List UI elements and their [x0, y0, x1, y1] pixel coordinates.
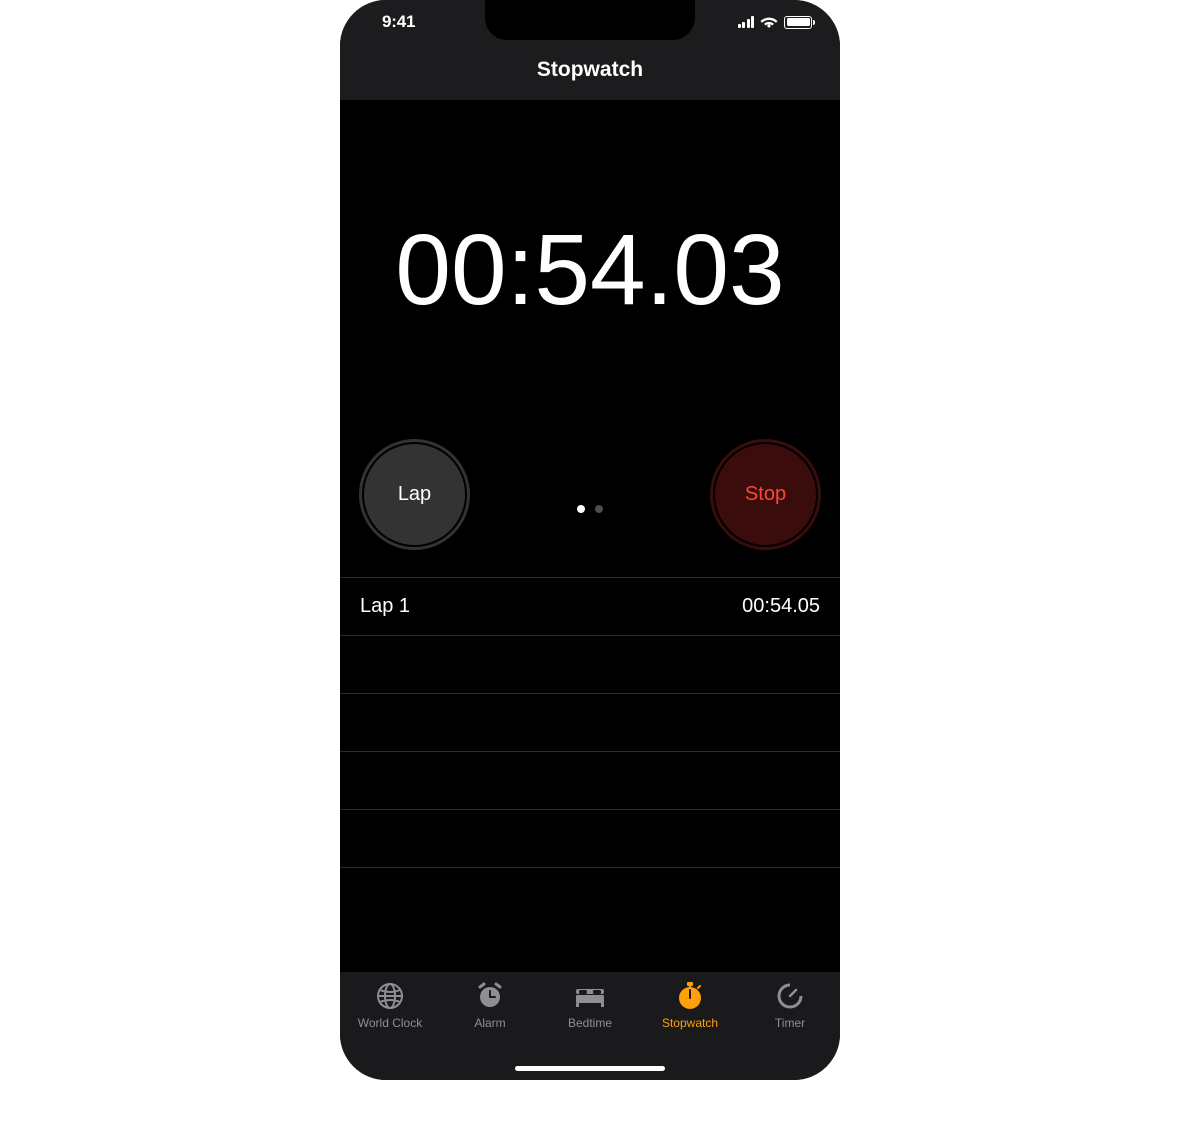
page-dot-1	[577, 505, 585, 513]
stopwatch-icon	[675, 980, 705, 1012]
status-time: 9:41	[382, 12, 415, 32]
battery-icon	[784, 16, 812, 29]
lap-label: Lap 1	[360, 595, 410, 618]
page-indicator[interactable]	[577, 505, 603, 513]
tab-label: Stopwatch	[662, 1016, 718, 1030]
stop-button[interactable]: Stop	[711, 440, 820, 549]
tab-world-clock[interactable]: World Clock	[340, 980, 440, 1052]
stopwatch-content: 00:54.03 Lap Stop Lap 1 00:54.05........	[340, 100, 840, 972]
page-title: Stopwatch	[340, 44, 840, 100]
home-indicator[interactable]	[515, 1066, 665, 1071]
alarm-clock-icon	[475, 980, 505, 1012]
tab-label: Timer	[775, 1016, 805, 1030]
tab-label: World Clock	[358, 1016, 422, 1030]
notch	[485, 0, 695, 40]
timer-icon	[775, 980, 805, 1012]
tab-label: Bedtime	[568, 1016, 612, 1030]
tab-alarm[interactable]: Alarm	[440, 980, 540, 1052]
wifi-icon	[760, 15, 778, 29]
status-right	[738, 15, 813, 29]
bed-icon	[573, 980, 607, 1012]
lap-row: Lap 1 00:54.05	[340, 578, 840, 636]
lap-row-empty: ..	[340, 636, 840, 694]
globe-icon	[375, 980, 405, 1012]
controls-row: Lap Stop	[340, 440, 840, 577]
lap-button-label: Lap	[398, 483, 431, 506]
tab-bar: World Clock Alarm Bedtime Stopwatch Timer	[340, 972, 840, 1080]
page-dot-2	[595, 505, 603, 513]
tab-timer[interactable]: Timer	[740, 980, 840, 1052]
tab-stopwatch[interactable]: Stopwatch	[640, 980, 740, 1052]
stop-button-label: Stop	[745, 483, 786, 506]
lap-row-empty: ..	[340, 810, 840, 868]
elapsed-time-display: 00:54.03	[340, 100, 840, 440]
cellular-signal-icon	[738, 16, 755, 28]
lap-list[interactable]: Lap 1 00:54.05........	[340, 577, 840, 972]
lap-row-empty: ..	[340, 752, 840, 810]
tab-label: Alarm	[474, 1016, 505, 1030]
lap-row-empty: ..	[340, 694, 840, 752]
lap-time: 00:54.05	[742, 595, 820, 618]
phone-frame: 9:41 Stopwatch 00:54.03 Lap	[340, 0, 840, 1080]
tab-bedtime[interactable]: Bedtime	[540, 980, 640, 1052]
lap-button[interactable]: Lap	[360, 440, 469, 549]
